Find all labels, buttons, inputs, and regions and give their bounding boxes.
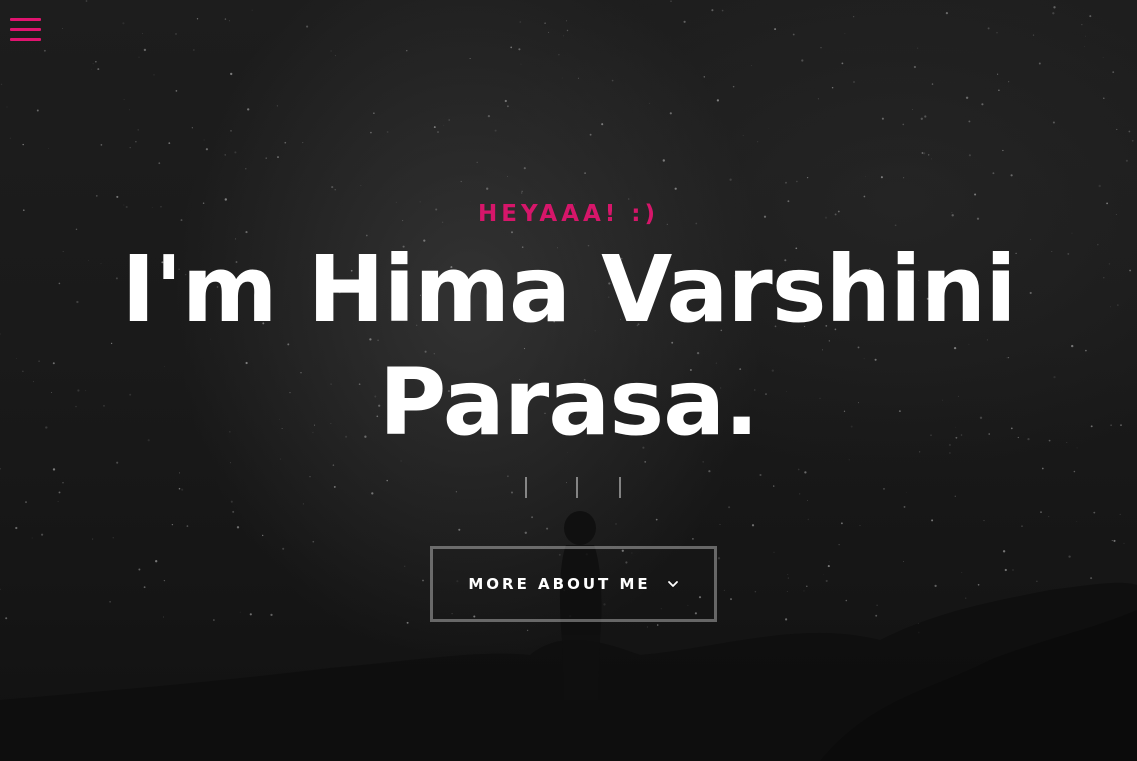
menu-bar (10, 38, 41, 41)
social-links (0, 477, 1137, 499)
intro-title-line1: I'm Hima Varshini (121, 236, 1016, 343)
intro-title-line2: Parasa. (378, 349, 759, 456)
intro-title: I'm Hima Varshini Parasa. (69, 233, 1069, 459)
menu-bar (10, 18, 41, 21)
social-link-icon[interactable] (619, 477, 621, 498)
social-link-icon[interactable] (525, 477, 527, 498)
more-about-me-label: MORE ABOUT ME (468, 575, 651, 593)
intro-pretitle: HEYAAA! :) (477, 201, 660, 227)
social-link-icon[interactable] (576, 477, 578, 498)
menu-bar (10, 28, 41, 31)
hero-section: HEYAAA! :) I'm Hima Varshini Parasa. MOR… (0, 0, 1137, 761)
intro-content: HEYAAA! :) I'm Hima Varshini Parasa. (0, 195, 1137, 459)
hamburger-menu-icon[interactable] (10, 17, 41, 44)
chevron-down-icon (667, 581, 678, 587)
more-about-me-button[interactable]: MORE ABOUT ME (430, 546, 717, 622)
